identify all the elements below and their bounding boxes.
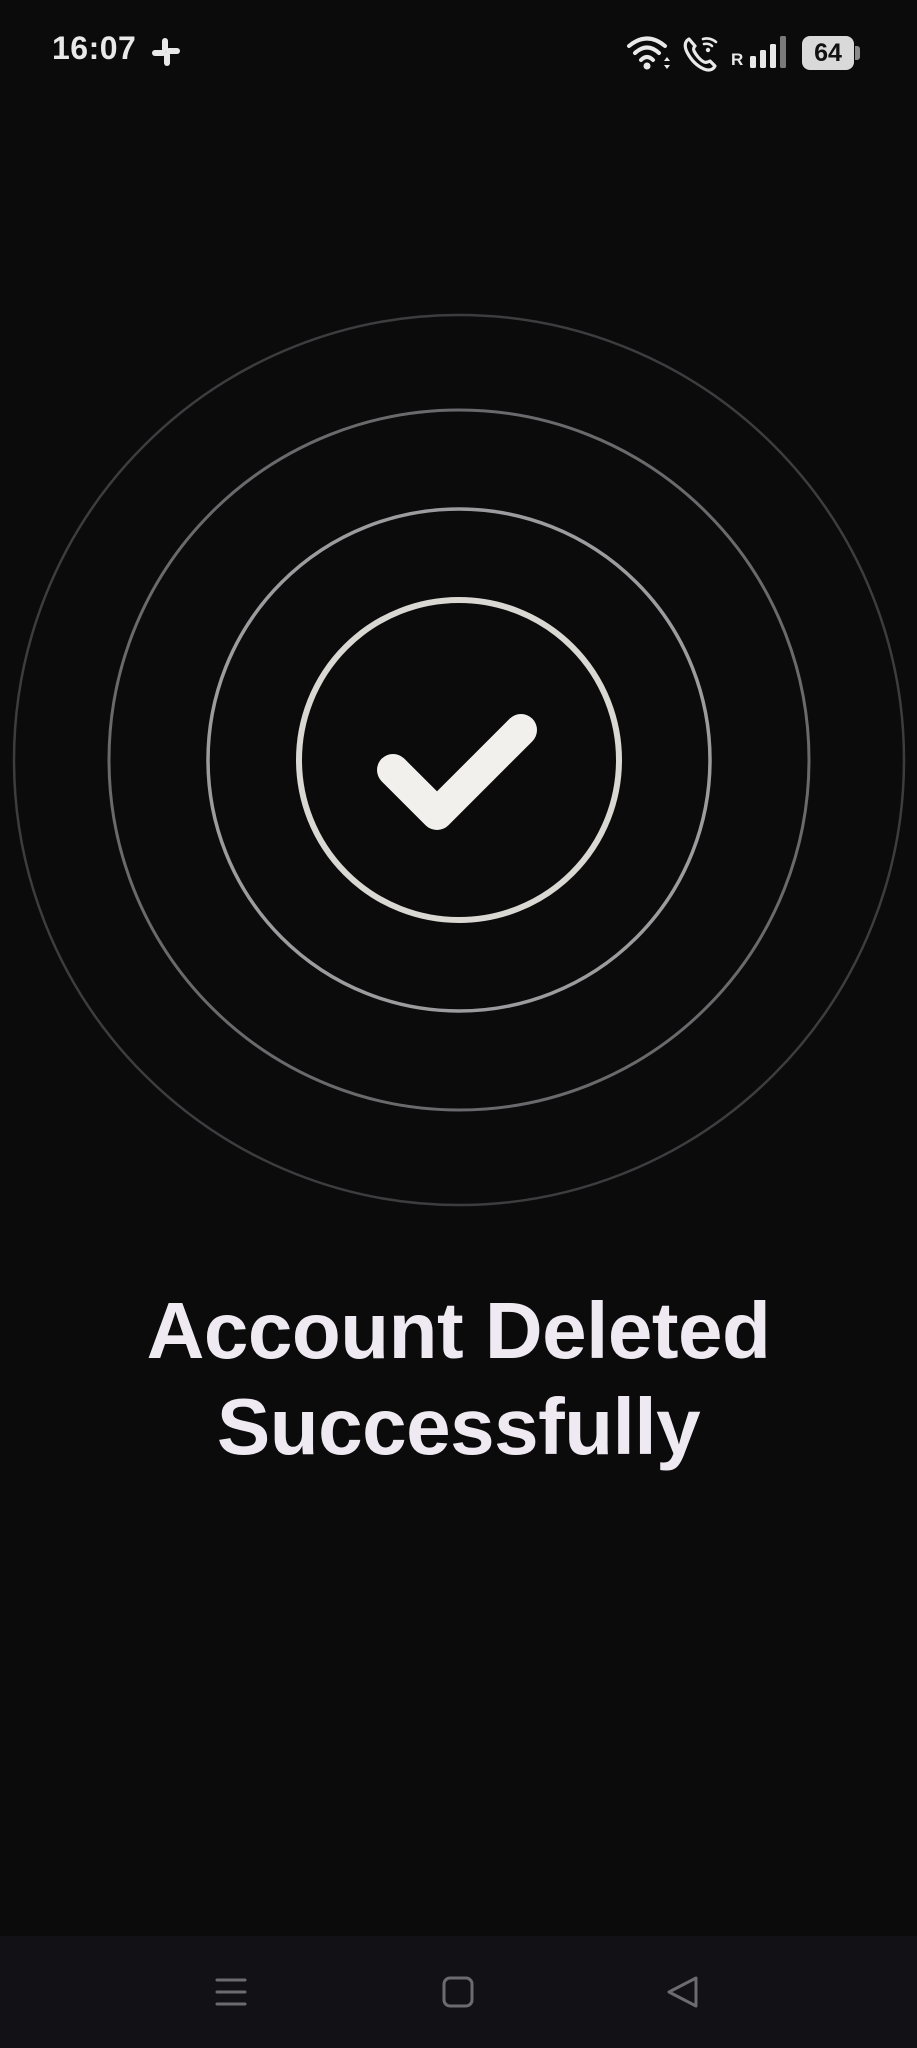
outer-ring-2 [206,507,712,1013]
wifi-icon [627,36,670,70]
status-time: 16:07 [52,30,137,66]
status-bar: 16:07 R 64 [0,0,917,110]
slack-icon [152,38,180,66]
home-icon[interactable] [440,1972,476,2012]
headline-line-1: Account Deleted [146,1286,771,1375]
check-circle-icon [296,597,622,923]
headline-line-2: Successfully [216,1382,701,1471]
battery-icon: 64 [802,36,860,70]
success-headline: Account Deleted Successfully [0,1283,917,1475]
signal-icon [750,36,786,68]
outer-ring-3 [107,408,811,1112]
battery-level: 64 [814,39,842,67]
outer-ring-4 [12,313,906,1207]
back-icon[interactable] [665,1972,701,2012]
roaming-indicator: R [731,50,744,69]
success-rings [12,313,906,1207]
wifi-calling-icon [683,37,718,72]
menu-icon[interactable] [213,1972,249,2012]
